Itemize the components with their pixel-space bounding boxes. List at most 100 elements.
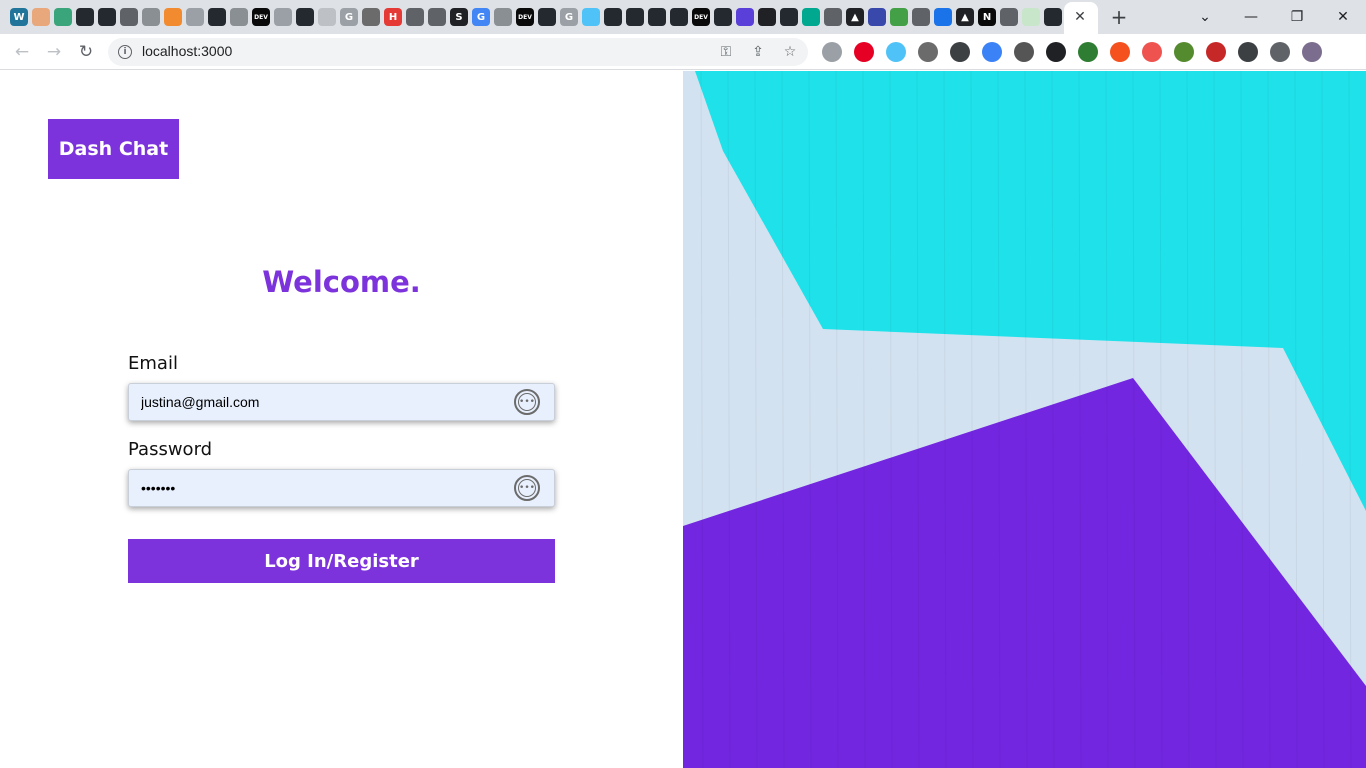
globe-icon[interactable]	[230, 8, 248, 26]
github-icon[interactable]	[670, 8, 688, 26]
wordpress-icon[interactable]: W	[10, 8, 28, 26]
globe-icon[interactable]	[1078, 42, 1098, 62]
app-icon[interactable]	[318, 8, 336, 26]
app-icon[interactable]	[1022, 8, 1040, 26]
dev-icon[interactable]: DEV	[692, 8, 710, 26]
tab-strip: W DEV G H S G DEV G DEV ▲ ▲ N ✕ + ⌄ — ❐ ✕	[0, 0, 1366, 34]
app-icon[interactable]: ▲	[956, 8, 974, 26]
password-manager-icon[interactable]: •••	[514, 475, 540, 501]
share-icon[interactable]: ⇪	[750, 44, 766, 60]
fire-icon[interactable]	[1110, 42, 1130, 62]
app-icon[interactable]	[1046, 42, 1066, 62]
password-manager-icon[interactable]: •••	[514, 389, 540, 415]
extensions-bar	[822, 42, 1322, 62]
globe-icon[interactable]	[142, 8, 160, 26]
reload-button[interactable]: ↻	[74, 40, 98, 64]
tab-search-icon[interactable]: ⌄	[1182, 0, 1228, 34]
gear-icon[interactable]	[934, 8, 952, 26]
shield-icon[interactable]	[886, 42, 906, 62]
app-icon[interactable]: S	[450, 8, 468, 26]
copyright-icon[interactable]	[186, 8, 204, 26]
google-icon[interactable]: G	[560, 8, 578, 26]
password-manager-dots: •••	[519, 397, 535, 407]
app-icon[interactable]	[1174, 42, 1194, 62]
password-field-wrapper: •••	[128, 469, 555, 507]
globe-icon[interactable]	[912, 8, 930, 26]
forward-button[interactable]: →	[42, 40, 66, 64]
abstract-painted-wall-image	[683, 71, 1366, 768]
github-icon[interactable]	[98, 8, 116, 26]
globe-icon[interactable]	[824, 8, 842, 26]
page-viewport: Dash Chat Welcome. Email ••• Password ••…	[0, 71, 1366, 768]
email-label: Email	[128, 353, 178, 374]
app-icon[interactable]	[582, 8, 600, 26]
app-icon[interactable]	[164, 8, 182, 26]
github-icon[interactable]	[714, 8, 732, 26]
close-window-button[interactable]: ✕	[1320, 0, 1366, 34]
password-manager-dots: •••	[519, 483, 535, 493]
back-button[interactable]: ←	[10, 40, 34, 64]
github-icon[interactable]	[1044, 8, 1062, 26]
email-field[interactable]	[141, 384, 501, 420]
puzzle-icon[interactable]	[1270, 42, 1290, 62]
google-icon[interactable]: G	[472, 8, 490, 26]
hashnode-icon[interactable]: H	[384, 8, 402, 26]
login-pane: Dash Chat Welcome. Email ••• Password ••…	[0, 71, 683, 768]
globe-icon[interactable]	[1000, 8, 1018, 26]
app-icon[interactable]	[1142, 42, 1162, 62]
minimize-button[interactable]: —	[1228, 0, 1274, 34]
app-icon[interactable]	[890, 8, 908, 26]
app-icon[interactable]	[736, 8, 754, 26]
sync-icon[interactable]	[950, 42, 970, 62]
github-icon[interactable]	[76, 8, 94, 26]
pinterest-icon[interactable]	[854, 42, 874, 62]
github-icon[interactable]	[780, 8, 798, 26]
github-icon[interactable]	[208, 8, 226, 26]
globe-icon[interactable]	[494, 8, 512, 26]
address-bar[interactable]: i localhost:3000 ⚿ ⇪ ☆	[108, 38, 808, 66]
app-icon[interactable]	[54, 8, 72, 26]
password-field[interactable]	[141, 470, 501, 506]
login-register-button[interactable]: Log In/Register	[128, 539, 555, 583]
pen-icon[interactable]	[1238, 42, 1258, 62]
site-info-icon[interactable]: i	[118, 45, 132, 59]
globe-icon[interactable]	[428, 8, 446, 26]
key-icon[interactable]: ⚿	[718, 44, 734, 60]
app-icon[interactable]	[982, 42, 1002, 62]
dev-icon[interactable]: DEV	[252, 8, 270, 26]
app-icon[interactable]	[802, 8, 820, 26]
app-icon[interactable]	[758, 8, 776, 26]
restore-button[interactable]: ❐	[1274, 0, 1320, 34]
avatar-icon[interactable]	[32, 8, 50, 26]
github-icon[interactable]	[648, 8, 666, 26]
globe-icon[interactable]	[120, 8, 138, 26]
github-icon[interactable]	[538, 8, 556, 26]
bookmark-star-icon[interactable]: ☆	[782, 44, 798, 60]
page-title: Welcome.	[262, 265, 421, 299]
github-icon[interactable]	[296, 8, 314, 26]
hero-artwork	[683, 71, 1366, 768]
pinned-tabs: W DEV G H S G DEV G DEV ▲ ▲ N	[10, 8, 1084, 26]
password-label: Password	[128, 439, 213, 460]
app-icon[interactable]	[868, 8, 886, 26]
app-icon[interactable]	[274, 8, 292, 26]
notion-icon[interactable]: N	[978, 8, 996, 26]
app-icon[interactable]	[362, 8, 380, 26]
headphones-icon[interactable]	[822, 42, 842, 62]
app-icon[interactable]: ▲	[846, 8, 864, 26]
app-icon[interactable]	[918, 42, 938, 62]
browser-toolbar: ← → ↻ i localhost:3000 ⚿ ⇪ ☆	[0, 34, 1366, 70]
github-icon[interactable]	[604, 8, 622, 26]
new-tab-button[interactable]: +	[1106, 5, 1132, 29]
github-icon[interactable]	[626, 8, 644, 26]
google-icon[interactable]: G	[340, 8, 358, 26]
address-url[interactable]: localhost:3000	[142, 43, 232, 59]
app-icon[interactable]	[1206, 42, 1226, 62]
email-field-wrapper: •••	[128, 383, 555, 421]
wordpress-icon[interactable]	[1014, 42, 1034, 62]
tab-close-icon[interactable]: ✕	[1070, 7, 1090, 27]
dev-icon[interactable]: DEV	[516, 8, 534, 26]
globe-icon[interactable]	[406, 8, 424, 26]
brand-logo[interactable]: Dash Chat	[48, 119, 179, 179]
profile-avatar-icon[interactable]	[1302, 42, 1322, 62]
